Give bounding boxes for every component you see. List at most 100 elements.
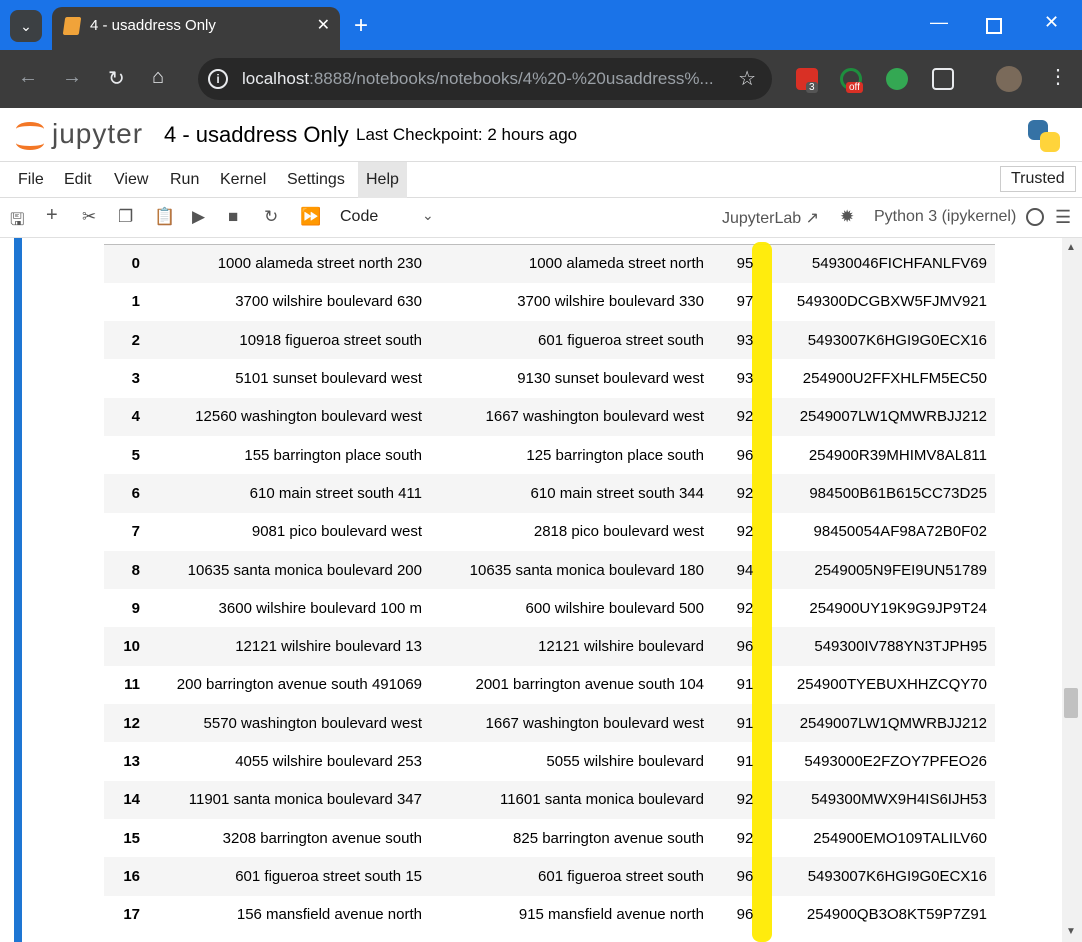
scroll-up-icon[interactable]: ▲ xyxy=(1066,242,1076,253)
extension-leaf-icon[interactable] xyxy=(886,68,908,90)
address-cell: 5101 sunset boulevard west xyxy=(148,359,430,397)
hamburger-menu-icon[interactable]: ☰ xyxy=(1055,207,1071,228)
address-cell: 11901 santa monica boulevard 347 xyxy=(148,781,430,819)
row-index-text: 12 xyxy=(123,714,140,732)
table-row: 2 10918 figueroa street south 601 figueroa… xyxy=(104,321,995,360)
extensions-puzzle-icon[interactable] xyxy=(932,68,954,90)
table-row: 3 5101 sunset boulevard west 9130 sunset b… xyxy=(104,359,995,397)
row-index-text: 9 xyxy=(131,599,140,617)
bookmark-star-icon[interactable]: ☆ xyxy=(738,66,756,91)
lei-cell: 254900QB3O8KT59P7Z91 xyxy=(778,896,995,934)
row-index: 2 xyxy=(104,321,148,359)
copy-icon[interactable]: ❐ xyxy=(118,207,133,227)
lei-cell-text: 254900TYEBUXHHZCQY70 xyxy=(796,676,987,694)
jupyter-logo-icon[interactable] xyxy=(16,118,44,152)
lei-cell: 2549007LW1QMWRBJJ212 xyxy=(778,398,995,436)
restart-icon[interactable]: ↻ xyxy=(264,207,278,227)
row-index: 9 xyxy=(104,589,148,627)
tab-search-button[interactable]: ⌄ xyxy=(10,10,42,42)
row-index: 5 xyxy=(104,436,148,474)
address-cell-text: 155 barrington place south xyxy=(244,446,422,464)
row-index-text: 8 xyxy=(131,561,140,579)
paste-icon[interactable]: 📋 xyxy=(154,207,175,227)
lei-cell-text: 2549005N9FEI9UN51789 xyxy=(814,561,987,579)
run-icon[interactable]: ▶ xyxy=(192,207,205,227)
minimize-button[interactable]: — xyxy=(930,12,948,33)
maximize-button[interactable] xyxy=(986,18,1002,34)
save-icon[interactable]: 🖫 xyxy=(10,207,24,236)
new-tab-button[interactable]: + xyxy=(354,12,368,40)
row-index: 1 xyxy=(104,283,148,321)
matched-address-cell: 2001 barrington avenue south 104 xyxy=(430,666,712,704)
forward-arrow-icon[interactable]: → xyxy=(62,66,82,89)
address-cell: 12560 washington boulevard west xyxy=(148,398,430,436)
chevron-down-icon[interactable]: ⌄ xyxy=(422,207,434,224)
row-index: 10 xyxy=(104,627,148,665)
insert-cell-icon[interactable]: + xyxy=(46,204,58,227)
notebook-favicon-icon xyxy=(62,17,82,35)
lei-cell: 254900TYEBUXHHZCQY70 xyxy=(778,666,995,704)
tab-close-icon[interactable]: ✕ xyxy=(317,15,330,35)
table-row: 4 12560 washington boulevard west 1667 was… xyxy=(104,397,995,436)
fast-forward-icon[interactable]: ⏩ xyxy=(300,207,321,227)
score-cell-text: 92 xyxy=(736,829,754,847)
address-cell-text: 3600 wilshire boulevard 100 m xyxy=(218,599,422,617)
site-info-icon[interactable]: i xyxy=(208,69,228,89)
profile-avatar[interactable] xyxy=(996,66,1022,92)
row-index-text: 3 xyxy=(131,370,140,388)
matched-address-cell: 601 figueroa street south xyxy=(430,321,712,359)
menu-help[interactable]: Help xyxy=(358,162,407,198)
cell-type-select[interactable]: Code xyxy=(340,208,378,226)
lei-cell: 549300MWX9H4IS6IJH53 xyxy=(778,781,995,819)
jupyterlab-link[interactable]: JupyterLab ↗ xyxy=(722,208,819,228)
row-index: 16 xyxy=(104,857,148,895)
trusted-indicator[interactable]: Trusted xyxy=(1000,166,1076,192)
menu-run[interactable]: Run xyxy=(162,162,207,198)
address-cell: 1000 alameda street north 230 xyxy=(148,245,430,283)
kernel-name[interactable]: Python 3 (ipykernel) xyxy=(874,208,1016,226)
home-icon[interactable]: ⌂ xyxy=(152,66,164,89)
score-cell-text: 93 xyxy=(736,331,754,349)
external-link-icon: ↗ xyxy=(805,210,820,227)
browser-toolbar: ← → ↻ ⌂ i localhost:8888/notebooks/noteb… xyxy=(0,50,1082,108)
score-cell-text: 95 xyxy=(736,255,754,273)
address-bar[interactable]: i localhost:8888/notebooks/notebooks/4%2… xyxy=(198,58,772,100)
back-arrow-icon[interactable]: ← xyxy=(18,66,38,89)
table-row: 6 610 main street south 411 610 main stree… xyxy=(104,474,995,513)
matched-address-cell-text: 600 wilshire boulevard 500 xyxy=(525,599,704,617)
menu-file[interactable]: File xyxy=(10,162,52,198)
browser-menu-icon[interactable]: ⋮ xyxy=(1048,64,1068,89)
address-cell-text: 3208 barrington avenue south xyxy=(222,829,422,847)
python-logo-icon xyxy=(1028,120,1060,152)
scrollbar-thumb[interactable] xyxy=(1064,688,1078,718)
debugger-bug-icon[interactable]: ✹ xyxy=(840,207,854,227)
tab-title: 4 - usaddress Only xyxy=(90,17,216,34)
reload-icon[interactable]: ↻ xyxy=(108,66,125,91)
menu-kernel[interactable]: Kernel xyxy=(212,162,274,198)
address-cell: 200 barrington avenue south 491069 xyxy=(148,666,430,704)
row-index: 14 xyxy=(104,781,148,819)
row-index-text: 6 xyxy=(131,484,140,502)
notebook-title[interactable]: 4 - usaddress Only xyxy=(164,122,349,148)
checkpoint-status: Last Checkpoint: 2 hours ago xyxy=(356,125,578,144)
address-cell: 12121 wilshire boulevard 13 xyxy=(148,627,430,665)
jupyter-wordmark[interactable]: jupyter xyxy=(52,118,143,150)
matched-address-cell: 11601 santa monica boulevard xyxy=(430,781,712,819)
close-window-button[interactable]: ✕ xyxy=(1044,12,1059,33)
score-cell-text: 92 xyxy=(736,484,754,502)
cut-icon[interactable]: ✂ xyxy=(82,207,96,227)
jupyter-header: jupyter 4 - usaddress Only Last Checkpoi… xyxy=(0,108,1082,162)
extension-badge-off: off xyxy=(846,82,863,93)
row-index-text: 16 xyxy=(123,867,140,885)
scrollbar[interactable] xyxy=(1062,238,1082,942)
browser-tab[interactable]: 4 - usaddress Only ✕ xyxy=(52,7,340,50)
score-cell-text: 91 xyxy=(736,753,754,770)
table-row: 5 155 barrington place south 125 barringto… xyxy=(104,436,995,474)
menu-view[interactable]: View xyxy=(106,162,156,198)
scroll-down-icon[interactable]: ▼ xyxy=(1066,926,1076,937)
menu-settings[interactable]: Settings xyxy=(279,162,353,198)
matched-address-cell: 1667 washington boulevard west xyxy=(430,398,712,436)
menu-edit[interactable]: Edit xyxy=(56,162,100,198)
lei-cell-text: 5493000E2FZOY7PFEO26 xyxy=(804,753,987,770)
stop-icon[interactable]: ■ xyxy=(228,207,238,227)
